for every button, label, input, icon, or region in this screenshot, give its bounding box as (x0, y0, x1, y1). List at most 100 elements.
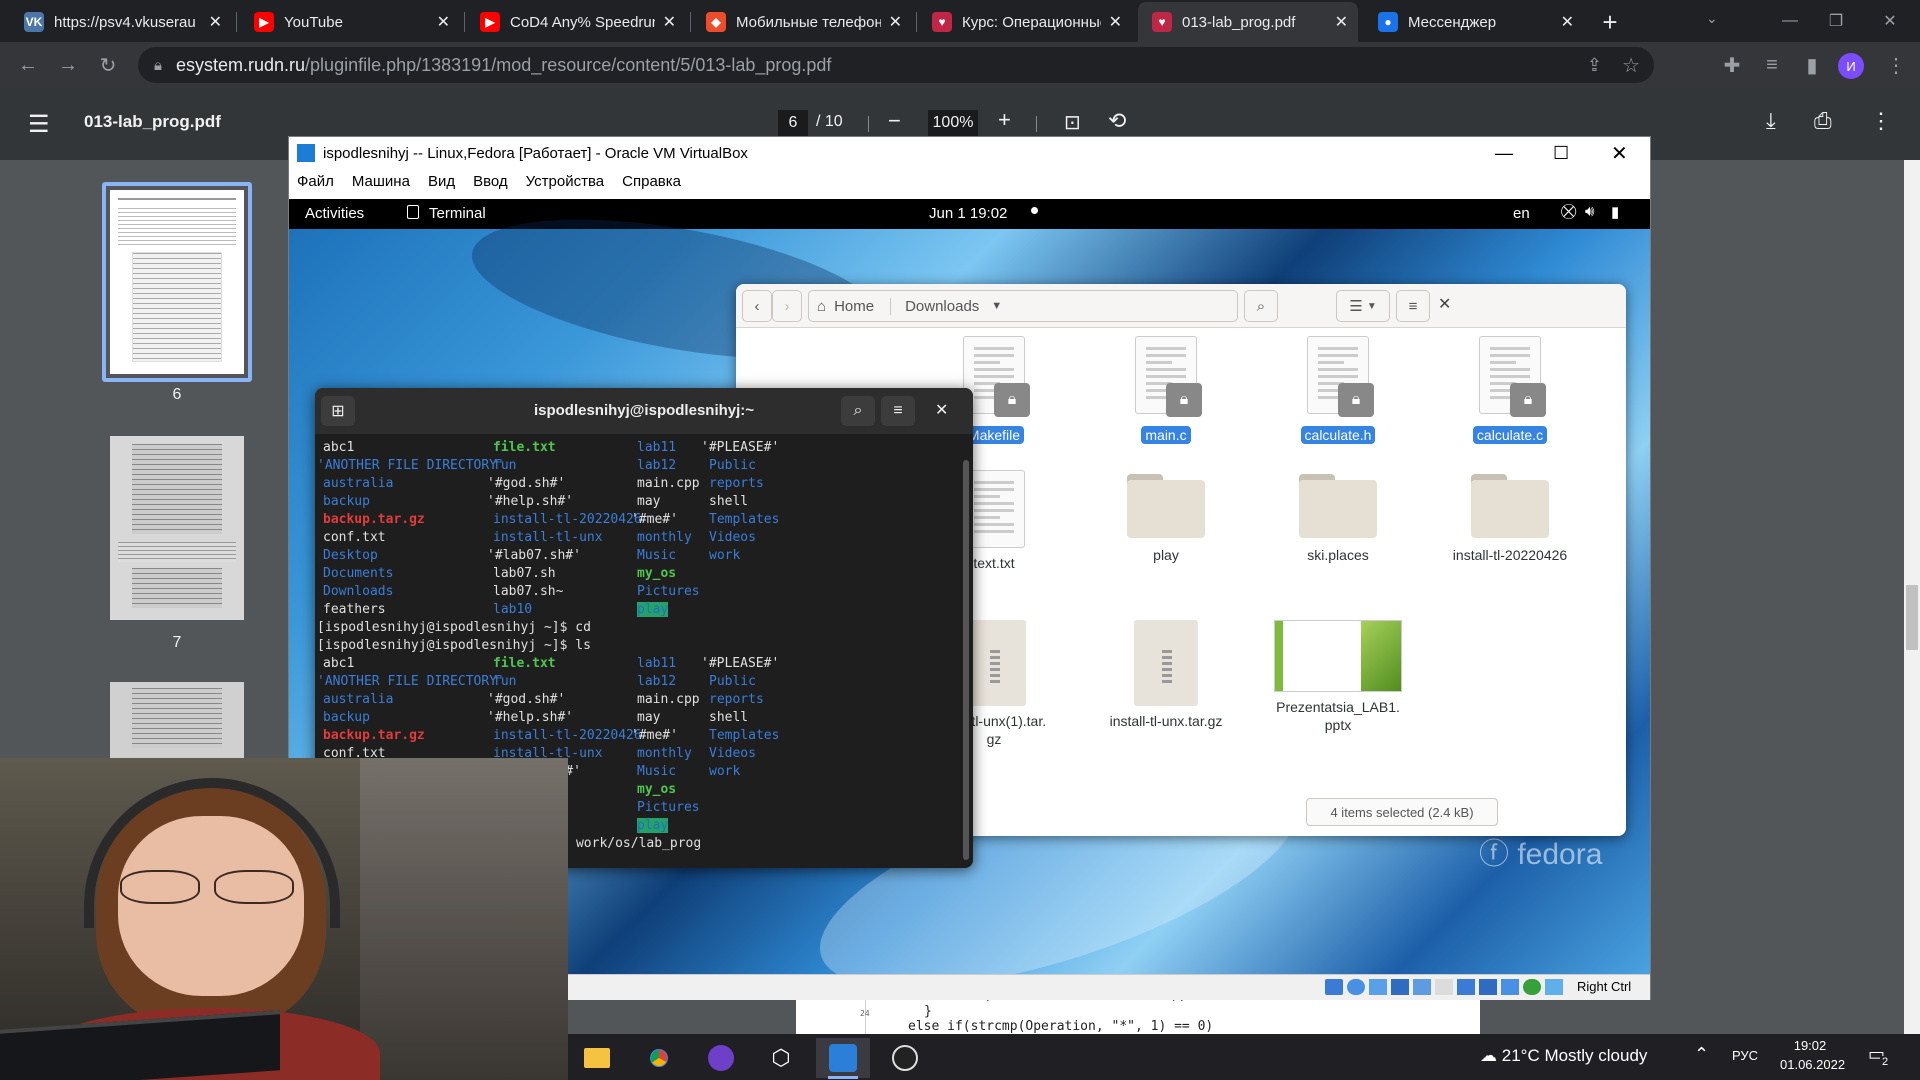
reload-button[interactable]: ↻ (92, 49, 124, 81)
network-adapter-icon[interactable] (1391, 979, 1409, 995)
tab-close-icon[interactable]: ✕ (1335, 12, 1348, 32)
pdf-scrollbar[interactable] (1904, 160, 1920, 1080)
pdf-sidebar-menu-icon[interactable]: ☰ (28, 110, 50, 139)
tray-clock[interactable]: 19:02 01.06.2022 (1780, 1038, 1845, 1072)
file-item[interactable]: 🔒︎ calculate.h (1258, 336, 1418, 444)
media-control-icon[interactable]: ≡ (1756, 49, 1788, 81)
path-home[interactable]: Home (834, 297, 892, 315)
input-language[interactable]: en (1513, 205, 1530, 222)
terminal-menu-icon[interactable]: ≡ (881, 396, 915, 426)
tab-close-icon[interactable]: ✕ (889, 12, 902, 32)
vbox-minimize-button[interactable]: — (1495, 143, 1513, 164)
browser-menu-icon[interactable]: ⋮ (1880, 49, 1912, 81)
terminal-close-button[interactable]: ✕ (935, 400, 948, 420)
back-button[interactable]: ← (12, 49, 44, 81)
menu-view[interactable]: Вид (428, 173, 455, 190)
page-thumbnail-8[interactable] (110, 682, 244, 762)
app-menu[interactable]: Terminal (429, 205, 486, 222)
profile-avatar[interactable]: И (1838, 53, 1864, 79)
file-item[interactable]: play (1086, 470, 1246, 564)
file-item[interactable]: 🔒︎ main.c (1086, 336, 1246, 444)
capture-icon[interactable] (1479, 979, 1497, 995)
print-icon[interactable]: ⎙ (1814, 108, 1832, 134)
file-item[interactable]: Prezentatsia_LAB1. pptx (1258, 620, 1418, 734)
chrome-icon[interactable] (632, 1038, 686, 1078)
view-toggle-button[interactable]: ☰ ▼ (1336, 290, 1390, 322)
page-thumbnail-6[interactable] (110, 190, 244, 374)
browser-tab[interactable]: ♥ Курс: Операционные ✕ (918, 2, 1132, 42)
file-item[interactable]: install-tl-unx.tar.gz (1086, 620, 1246, 730)
forward-button[interactable]: → (52, 49, 84, 81)
menu-devices[interactable]: Устройства (526, 173, 604, 190)
tab-close-icon[interactable]: ✕ (1109, 12, 1122, 32)
menu-input[interactable]: Ввод (473, 173, 508, 190)
optical-icon[interactable] (1347, 979, 1365, 995)
page-number-input[interactable]: 6 (778, 110, 808, 136)
restore-button[interactable]: ❐ (1806, 0, 1866, 42)
tab-close-icon[interactable]: ✕ (209, 12, 222, 32)
search-button[interactable]: ⌕ (1244, 290, 1278, 322)
network-icon[interactable]: ⛒ (1561, 203, 1576, 220)
terminal-scrollbar[interactable] (963, 460, 969, 860)
bookmark-star-icon[interactable]: ☆ (1622, 53, 1640, 78)
chevron-down-icon[interactable]: ▼ (991, 300, 1002, 312)
keyboard-language[interactable]: РУС (1732, 1048, 1758, 1063)
mouse-integration-icon[interactable] (1545, 979, 1563, 995)
menu-help[interactable]: Справка (622, 173, 681, 190)
volume-icon[interactable]: 🔊︎ (1585, 203, 1594, 220)
tab-close-icon[interactable]: ✕ (437, 12, 450, 32)
browser-tab[interactable]: ● Мессенджер ✕ (1364, 2, 1584, 42)
download-icon[interactable]: ⤓ (1766, 108, 1776, 134)
browser-tab[interactable]: ♥ 013-lab_prog.pdf ✕ (1138, 2, 1358, 42)
extensions-icon[interactable]: ✚ (1716, 49, 1748, 81)
activities-button[interactable]: Activities (305, 205, 364, 222)
menu-file[interactable]: Файл (297, 173, 334, 190)
weather-widget[interactable]: ☁ 21°C Mostly cloudy (1480, 1046, 1647, 1066)
cpu-icon[interactable] (1501, 979, 1519, 995)
battery-icon[interactable]: ▮ (1611, 203, 1619, 221)
browser-tab[interactable]: ◆ Мобильные телефон ✕ (692, 2, 912, 42)
address-bar[interactable]: 🔒︎ esystem.rudn.ru/pluginfile.php/138319… (138, 47, 1654, 83)
terminal-search-icon[interactable]: ⌕ (841, 396, 875, 426)
file-item[interactable]: 🔒︎ calculate.c (1430, 336, 1590, 444)
virtualbox-icon[interactable]: ⬡ (754, 1038, 808, 1078)
vbox-maximize-button[interactable]: ☐ (1553, 143, 1569, 164)
fedora-vm-icon[interactable] (816, 1038, 870, 1078)
browser-tab[interactable]: VK https://psv4.vkuserau ✕ (10, 2, 232, 42)
tab-search-icon[interactable]: ⌄ (1706, 10, 1718, 27)
files-forward-button[interactable]: › (772, 290, 802, 322)
usb-icon[interactable] (1413, 979, 1431, 995)
close-window-button[interactable]: ✕ (1860, 0, 1920, 42)
new-tab-button[interactable]: + (1594, 6, 1626, 38)
zoom-out-button[interactable]: − (888, 108, 901, 134)
guest-additions-icon[interactable] (1523, 979, 1541, 995)
zoom-level-input[interactable]: 100% (928, 110, 978, 136)
rotate-icon[interactable]: ⟲ (1108, 108, 1126, 134)
share-icon[interactable]: ⇪ (1587, 55, 1602, 76)
files-close-button[interactable]: ✕ (1438, 294, 1451, 314)
tab-close-icon[interactable]: ✕ (1561, 12, 1574, 32)
path-downloads[interactable]: Downloads (905, 298, 979, 315)
fit-page-icon[interactable]: ⊡ (1064, 110, 1081, 135)
display-icon[interactable] (1457, 979, 1475, 995)
file-explorer-icon[interactable] (570, 1038, 624, 1078)
files-back-button[interactable]: ‹ (742, 290, 772, 322)
browser-tab[interactable]: ▶ CoD4 Any% Speedrun ✕ (466, 2, 686, 42)
page-thumbnail-7[interactable] (110, 436, 244, 620)
menu-machine[interactable]: Машина (352, 173, 410, 190)
file-item[interactable]: ski.places (1258, 470, 1418, 564)
hdd-icon[interactable] (1325, 979, 1343, 995)
vbox-close-button[interactable]: ✕ (1611, 141, 1628, 166)
file-item[interactable]: install-tl-20220426 (1430, 470, 1590, 564)
browser-tab[interactable]: ▶ YouTube ✕ (240, 2, 460, 42)
zoom-in-button[interactable]: + (998, 107, 1011, 133)
pdf-more-icon[interactable]: ⋮ (1870, 108, 1892, 134)
side-panel-icon[interactable]: ▮ (1796, 49, 1828, 81)
shared-folder-icon[interactable] (1435, 979, 1453, 995)
obs-icon[interactable] (878, 1038, 932, 1078)
clock[interactable]: Jun 1 19:02 (929, 205, 1007, 222)
tab-close-icon[interactable]: ✕ (663, 12, 676, 32)
tray-chevron-icon[interactable]: ⌃ (1694, 1044, 1709, 1065)
github-icon[interactable] (694, 1038, 748, 1078)
audio-icon[interactable] (1369, 979, 1387, 995)
